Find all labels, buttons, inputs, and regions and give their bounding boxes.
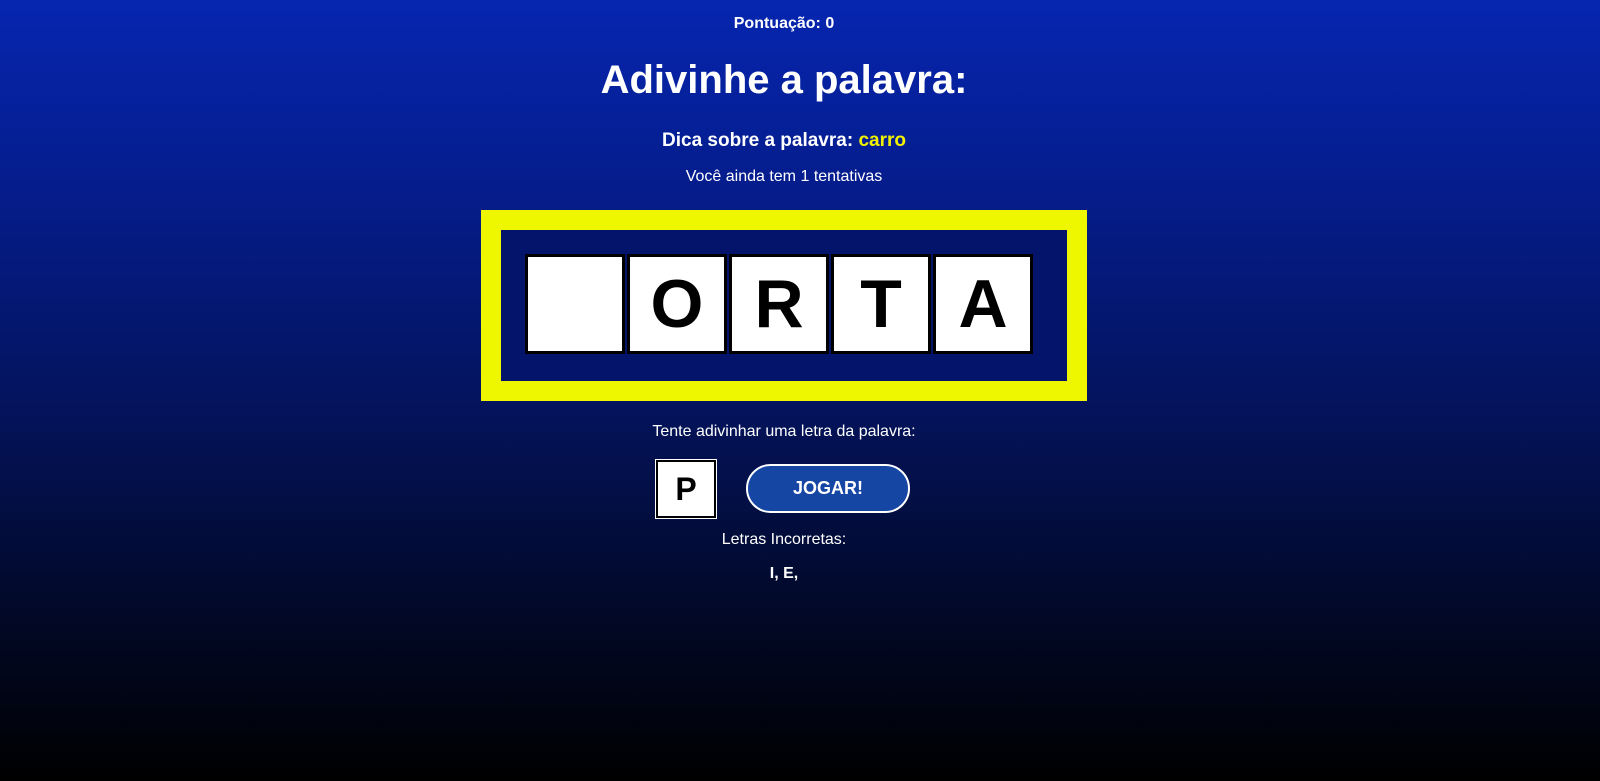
wrong-letters-list: I, E, [769, 565, 799, 582]
attempts-suffix: tentativas [813, 168, 883, 185]
page-title: Adivinhe a palavra: [600, 58, 968, 102]
letter-tile-5: A [933, 254, 1033, 354]
letter-tile-1 [525, 254, 625, 354]
play-button[interactable]: JOGAR! [746, 464, 910, 513]
letter-tile-4: T [831, 254, 931, 354]
hint-value: carro [858, 130, 906, 151]
letter-guess-input[interactable] [655, 459, 717, 519]
score-display: Pontuação: 0 [0, 15, 1568, 33]
hint-label: Dica sobre a palavra: [662, 130, 854, 151]
guess-prompt: Tente adivinhar uma letra da palavra: [652, 423, 916, 440]
letter-tiles: O R T A [525, 254, 1033, 354]
letter-tile-3: R [729, 254, 829, 354]
attempts-count: 1 [800, 168, 810, 185]
letter-tile-2: O [627, 254, 727, 354]
word-board-inner: O R T A [501, 230, 1067, 381]
word-board: O R T A [481, 210, 1087, 401]
score-label: Pontuação: [733, 15, 821, 32]
hint-line: Dica sobre a palavra: carro [0, 130, 1568, 152]
score-value: 0 [825, 15, 835, 32]
wrong-letters-label: Letras Incorretas: [721, 531, 847, 548]
attempts-remaining: Você ainda tem 1 tentativas [0, 168, 1568, 186]
attempts-prefix: Você ainda tem [685, 168, 796, 185]
